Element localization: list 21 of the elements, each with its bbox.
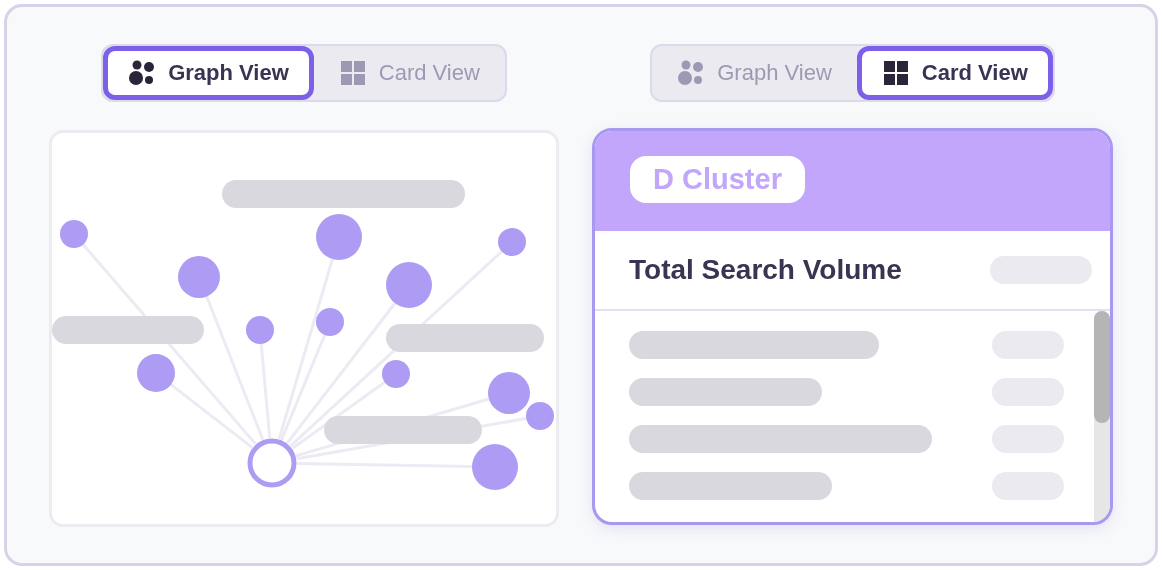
cluster-title: D Cluster (630, 156, 805, 203)
dots-icon (128, 59, 157, 87)
graph-node (472, 444, 518, 490)
hub-node (247, 438, 297, 488)
view-tab[interactable]: Card View (856, 46, 1053, 100)
graph-node (382, 360, 410, 388)
graph-node (498, 228, 526, 256)
scrollbar-thumb[interactable] (1094, 311, 1110, 423)
grid-icon (338, 59, 367, 87)
graph-node (137, 354, 175, 392)
card-label: Total Search Volume (629, 254, 902, 286)
graph-node (316, 308, 344, 336)
dots-icon (677, 59, 706, 87)
graph-node (246, 316, 274, 344)
graph-node (178, 256, 220, 298)
grid-icon (881, 59, 910, 87)
graph-node (60, 220, 88, 248)
scrollbar[interactable] (1094, 311, 1110, 522)
view-tab[interactable]: Graph View (103, 46, 314, 100)
graph-node (316, 214, 362, 260)
graph-node (386, 262, 432, 308)
